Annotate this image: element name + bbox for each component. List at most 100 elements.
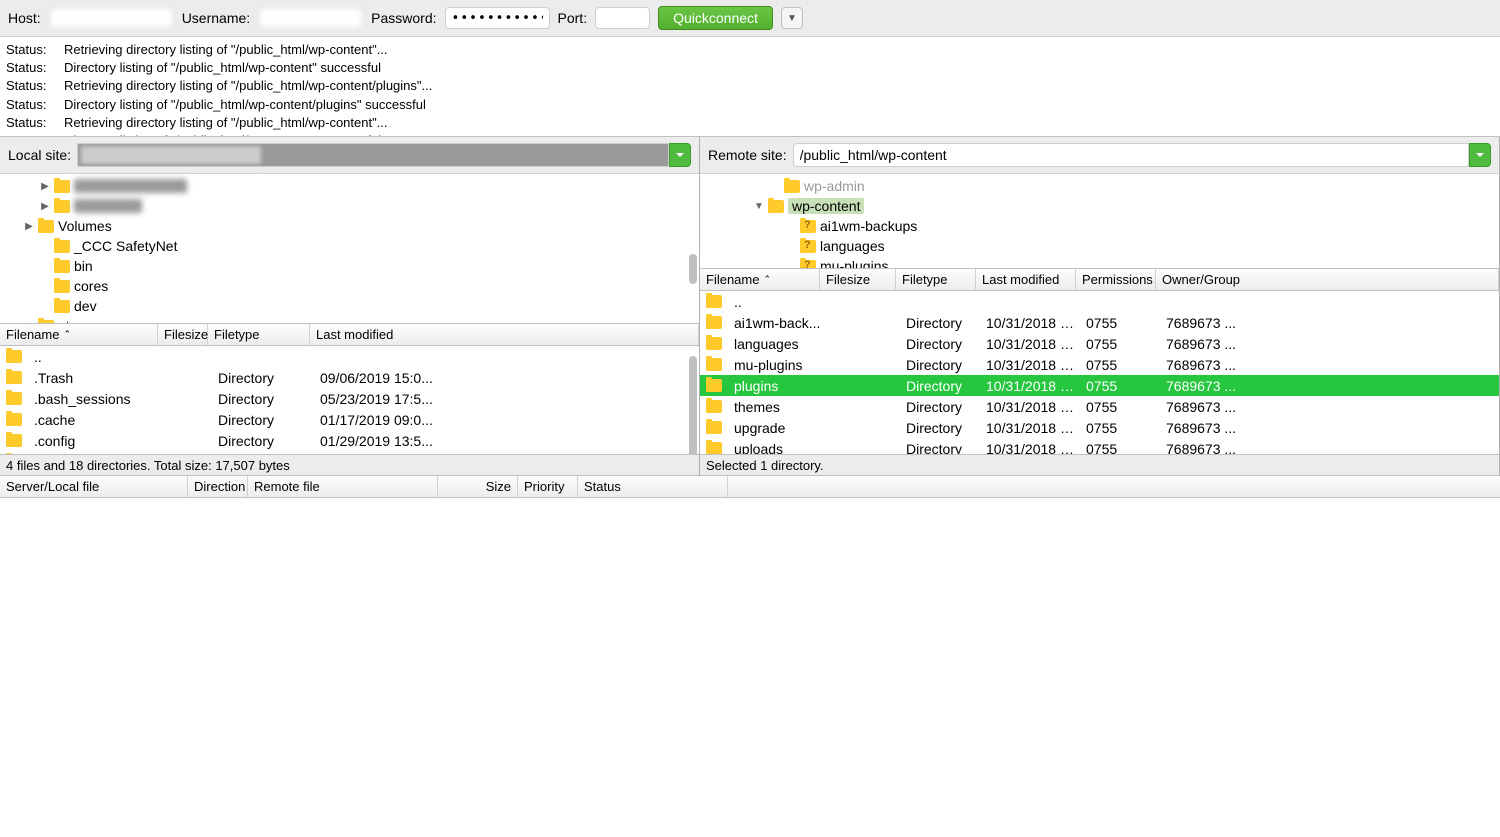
tree-label: mu-plugins — [820, 258, 888, 269]
remote-col-filesize[interactable]: Filesize — [820, 269, 896, 290]
file-own: 7689673 ... — [1162, 420, 1499, 436]
file-row[interactable]: .. — [700, 291, 1499, 312]
tree-label: cores — [74, 278, 108, 294]
sort-asc-icon: ⌃ — [763, 274, 771, 285]
disclosure-icon[interactable]: ▶ — [24, 321, 34, 325]
tree-row[interactable]: ▶etc — [0, 316, 699, 324]
file-name: plugins — [730, 378, 826, 394]
file-mod: 09/06/2019 15:0... — [316, 370, 699, 386]
xfer-col-priority[interactable]: Priority — [518, 476, 578, 497]
tree-row[interactable]: mu-plugins — [700, 256, 1499, 269]
file-row[interactable]: pluginsDirectory10/31/2018 0...075576896… — [700, 375, 1499, 396]
remote-col-permissions[interactable]: Permissions — [1076, 269, 1156, 290]
file-row[interactable]: .dockerDirectory01/15/2019 07:0... — [0, 451, 699, 454]
file-mod: 10/31/2018 0... — [982, 441, 1082, 455]
file-row[interactable]: languagesDirectory10/31/2018 0...0755768… — [700, 333, 1499, 354]
transfer-queue-header: Server/Local file Direction Remote file … — [0, 476, 1500, 498]
tree-row[interactable]: ▼wp-content — [700, 196, 1499, 216]
tree-row[interactable]: ▶x — [0, 196, 699, 216]
remote-tree[interactable]: wp-admin▼wp-content ai1wm-backups language… — [700, 174, 1499, 269]
file-mod: 10/31/2018 0... — [982, 420, 1082, 436]
port-input[interactable] — [595, 7, 650, 29]
tree-row[interactable]: languages — [700, 236, 1499, 256]
password-input[interactable] — [445, 7, 550, 29]
folder-icon — [800, 220, 816, 233]
file-type: Directory — [902, 378, 982, 394]
folder-icon — [38, 320, 54, 325]
file-row[interactable]: .cacheDirectory01/17/2019 09:0... — [0, 409, 699, 430]
xfer-col-local[interactable]: Server/Local file — [0, 476, 188, 497]
quickconnect-button[interactable]: Quickconnect — [658, 6, 773, 30]
port-label: Port: — [558, 10, 588, 26]
tree-label: ai1wm-backups — [820, 218, 917, 234]
sort-asc-icon: ⌃ — [63, 329, 71, 340]
file-row[interactable]: ai1wm-back...Directory10/31/2018 0...075… — [700, 312, 1499, 333]
transfer-queue-body[interactable] — [0, 498, 1500, 837]
remote-path-input[interactable] — [793, 143, 1469, 167]
file-name: upgrade — [730, 420, 826, 436]
folder-icon — [54, 200, 70, 213]
remote-file-list[interactable]: ..ai1wm-back...Directory10/31/2018 0...0… — [700, 291, 1499, 454]
username-input[interactable] — [258, 7, 363, 29]
disclosure-icon[interactable]: ▶ — [24, 221, 34, 232]
tree-row[interactable]: wp-admin — [700, 176, 1499, 196]
file-row[interactable]: mu-pluginsDirectory10/31/2018 0...075576… — [700, 354, 1499, 375]
file-own: 7689673 ... — [1162, 315, 1499, 331]
tree-row[interactable]: cores — [0, 276, 699, 296]
tree-row[interactable]: dev — [0, 296, 699, 316]
file-row[interactable]: uploadsDirectory10/31/2018 0...075576896… — [700, 438, 1499, 454]
disclosure-icon[interactable]: ▼ — [754, 201, 764, 212]
file-row[interactable]: upgradeDirectory10/31/2018 0...075576896… — [700, 417, 1499, 438]
xfer-col-remote[interactable]: Remote file — [248, 476, 438, 497]
file-row[interactable]: .bash_sessionsDirectory05/23/2019 17:5..… — [0, 388, 699, 409]
remote-path-dropdown[interactable] — [1469, 143, 1491, 167]
file-row[interactable]: .. — [0, 346, 699, 367]
file-mod: 05/23/2019 17:5... — [316, 391, 699, 407]
file-mod: 01/29/2019 13:5... — [316, 433, 699, 449]
local-status-bar: 4 files and 18 directories. Total size: … — [0, 454, 699, 476]
remote-col-filetype[interactable]: Filetype — [896, 269, 976, 290]
remote-col-owner[interactable]: Owner/Group — [1156, 269, 1499, 290]
local-col-filesize[interactable]: Filesize — [158, 324, 208, 345]
file-row[interactable]: .configDirectory01/29/2019 13:5... — [0, 430, 699, 451]
file-own: 7689673 ... — [1162, 399, 1499, 415]
xfer-col-direction[interactable]: Direction — [188, 476, 248, 497]
tree-row[interactable]: _CCC SafetyNet — [0, 236, 699, 256]
folder-icon — [6, 350, 22, 363]
tree-row[interactable]: ▶x — [0, 176, 699, 196]
local-col-lastmod[interactable]: Last modified — [310, 324, 699, 345]
file-own: 7689673 ... — [1162, 357, 1499, 373]
tree-row[interactable]: bin — [0, 256, 699, 276]
local-col-filetype[interactable]: Filetype — [208, 324, 310, 345]
file-row[interactable]: .TrashDirectory09/06/2019 15:0... — [0, 367, 699, 388]
tree-label: _CCC SafetyNet — [74, 238, 177, 254]
folder-icon — [706, 400, 722, 413]
local-path-bar: Local site: — [0, 137, 699, 174]
folder-icon — [706, 421, 722, 434]
xfer-col-size[interactable]: Size — [438, 476, 518, 497]
password-label: Password: — [371, 10, 436, 26]
file-name: ai1wm-back... — [730, 315, 826, 331]
tree-row[interactable]: ▶Volumes — [0, 216, 699, 236]
tree-row[interactable]: ai1wm-backups — [700, 216, 1499, 236]
file-perm: 0755 — [1082, 336, 1162, 352]
disclosure-icon[interactable]: ▶ — [40, 181, 50, 192]
file-row[interactable]: themesDirectory10/31/2018 0...0755768967… — [700, 396, 1499, 417]
host-input[interactable] — [49, 7, 174, 29]
file-type: Directory — [214, 370, 316, 386]
local-path-dropdown[interactable] — [669, 143, 691, 167]
local-tree[interactable]: ▶x▶x▶Volumes_CCC SafetyNetbincoresdev▶et… — [0, 174, 699, 324]
local-col-filename[interactable]: Filename⌃ — [0, 324, 158, 345]
xfer-col-status[interactable]: Status — [578, 476, 728, 497]
message-log[interactable]: Status:Retrieving directory listing of "… — [0, 37, 1500, 137]
quickconnect-dropdown-button[interactable]: ▼ — [781, 7, 803, 29]
remote-col-filename[interactable]: Filename⌃ — [700, 269, 820, 290]
log-key: Status: — [6, 59, 56, 77]
remote-col-lastmod[interactable]: Last modified — [976, 269, 1076, 290]
tree-label: languages — [820, 238, 885, 254]
disclosure-icon[interactable]: ▶ — [40, 201, 50, 212]
folder-icon — [706, 337, 722, 350]
local-site-label: Local site: — [8, 147, 71, 163]
sites-split: Local site: ▶x▶x▶Volumes_CCC SafetyNetbi… — [0, 137, 1500, 476]
local-file-list[interactable]: ...TrashDirectory09/06/2019 15:0....bash… — [0, 346, 699, 454]
